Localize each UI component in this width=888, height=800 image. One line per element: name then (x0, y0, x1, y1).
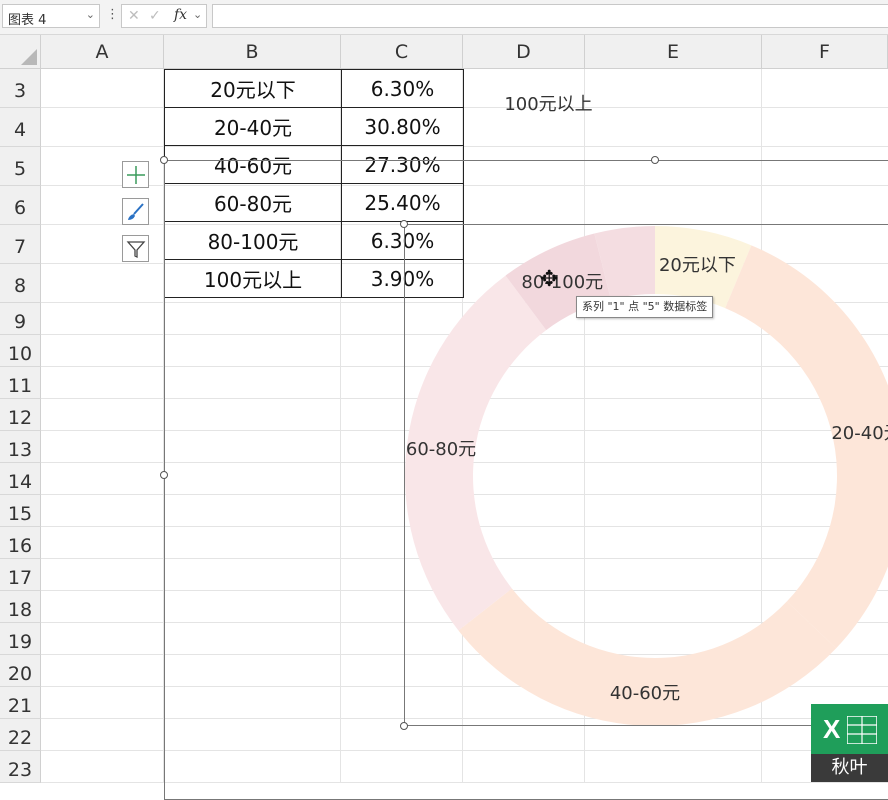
resize-handle[interactable] (160, 156, 168, 164)
logo: X 秋叶 (811, 704, 888, 782)
plus-icon (127, 166, 145, 184)
paintbrush-icon (128, 203, 144, 220)
chart-elements-button[interactable] (122, 161, 149, 188)
filter-icon (126, 241, 146, 259)
chart-filters-button[interactable] (122, 235, 149, 262)
excel-logo-icon: X (811, 704, 888, 754)
move-cursor-icon: ✥ (540, 267, 559, 292)
logo-letter: X (823, 714, 841, 744)
resize-handle[interactable] (400, 722, 408, 730)
logo-text: 秋叶 (811, 754, 888, 782)
resize-handle[interactable] (160, 471, 168, 479)
tooltip: 系列 "1" 点 "5" 数据标签 (576, 296, 714, 318)
chart-styles-button[interactable] (122, 198, 149, 225)
sheet-grid-icon (847, 716, 877, 744)
resize-handle[interactable] (651, 156, 659, 164)
resize-handle[interactable] (400, 220, 408, 228)
data-label[interactable]: 100元以上 (504, 90, 592, 116)
